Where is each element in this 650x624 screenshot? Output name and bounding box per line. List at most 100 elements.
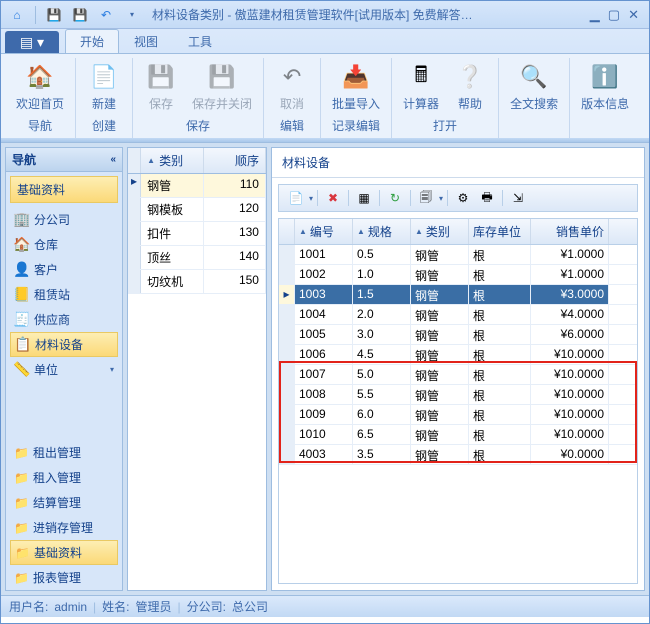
close-button[interactable]: ✕ [628, 7, 639, 23]
tb-gear-icon[interactable]: ⚙ [452, 188, 474, 208]
new-icon: 📄 [88, 61, 120, 93]
save-close-icon: 💾 [206, 61, 238, 93]
folder-icon: 📁 [14, 521, 29, 535]
table-row[interactable]: 40033.5钢管根¥0.0000 [279, 445, 637, 465]
cell-unit: 根 [469, 245, 531, 264]
nav-folder-label: 租出管理 [33, 444, 81, 461]
category-row[interactable]: 扣件130 [128, 222, 266, 246]
category-row[interactable]: 钢管110 [128, 174, 266, 198]
category-row[interactable]: 切纹机150 [128, 270, 266, 294]
nav-item-icon: 🏢 [14, 212, 30, 228]
tb-refresh-icon[interactable]: ↻ [384, 188, 406, 208]
save-icon: 💾 [145, 61, 177, 93]
sidebar-item[interactable]: 📏单位▾ [6, 357, 122, 382]
new-button[interactable]: 📄新建 [82, 58, 126, 115]
cell-price: ¥6.0000 [531, 325, 609, 344]
qat-save-close-icon[interactable]: 💾 [68, 4, 92, 26]
sidebar-folder[interactable]: 📁租入管理 [6, 465, 122, 490]
ribbon-tab-tools[interactable]: 工具 [173, 29, 227, 53]
sidebar-item[interactable]: 🧾供应商 [6, 307, 122, 332]
table-row[interactable]: 10085.5钢管根¥10.0000 [279, 385, 637, 405]
cell-id: 1009 [295, 405, 353, 424]
ribbon-file-menu[interactable]: ▤ ▾ [5, 31, 59, 53]
row-gutter [279, 405, 295, 424]
col-category[interactable]: ▲类别 [411, 219, 469, 244]
version-button[interactable]: ℹ️版本信息 [576, 58, 634, 115]
tb-new-icon[interactable]: 📄 [285, 188, 307, 208]
tb-print-icon[interactable]: 🖶 [476, 188, 498, 208]
cell-unit: 根 [469, 285, 531, 304]
category-row[interactable]: 顶丝140 [128, 246, 266, 270]
cell-spec: 5.5 [353, 385, 411, 404]
table-row[interactable]: 10075.0钢管根¥10.0000 [279, 365, 637, 385]
group-record-edit-label: 记录编辑 [332, 117, 380, 136]
sidebar-folder[interactable]: 📁基础资料 [10, 540, 118, 565]
tb-export-icon[interactable]: ⇲ [507, 188, 529, 208]
cell-order: 110 [204, 174, 266, 197]
table-row[interactable]: 10106.5钢管根¥10.0000 [279, 425, 637, 445]
cell-unit: 根 [469, 445, 531, 464]
qat-dropdown-icon[interactable]: ▾ [120, 4, 144, 26]
category-panel: ▲类别 顺序 钢管110钢模板120扣件130顶丝140切纹机150 [127, 147, 267, 591]
status-branch: 总公司 [232, 598, 268, 615]
tb-delete-icon[interactable]: ✖ [322, 188, 344, 208]
workspace: 导航 « 基础资料 🏢分公司🏠仓库👤客户📒租赁站🧾供应商📋材料设备📏单位▾ 📁租… [1, 143, 649, 595]
sidebar-folder[interactable]: 📁租出管理 [6, 440, 122, 465]
cell-spec: 1.5 [353, 285, 411, 304]
nav-item-label: 单位 [34, 361, 58, 378]
col-category[interactable]: ▲类别 [141, 148, 203, 173]
table-row[interactable]: 10064.5钢管根¥10.0000 [279, 345, 637, 365]
bulk-import-button[interactable]: 📥批量导入 [327, 58, 385, 115]
table-row[interactable]: 10053.0钢管根¥6.0000 [279, 325, 637, 345]
cell-category: 切纹机 [141, 270, 203, 293]
sidebar-item[interactable]: 👤客户 [6, 257, 122, 282]
table-row[interactable]: 10096.0钢管根¥10.0000 [279, 405, 637, 425]
qat-home-icon[interactable]: ⌂ [5, 4, 29, 26]
qat-undo-icon[interactable]: ↶ [94, 4, 118, 26]
cell-spec: 6.5 [353, 425, 411, 444]
calculator-button[interactable]: 🖩计算器 [398, 58, 444, 115]
cell-category: 钢模板 [141, 198, 203, 221]
sidebar-folder[interactable]: 📁进销存管理 [6, 515, 122, 540]
welcome-button[interactable]: 🏠欢迎首页 [11, 58, 69, 115]
tb-copy-icon[interactable]: 🗐 [415, 188, 437, 208]
qat-save-icon[interactable]: 💾 [42, 4, 66, 26]
table-row[interactable]: ▸10031.5钢管根¥3.0000 [279, 285, 637, 305]
home-icon: 🏠 [24, 61, 56, 93]
minimize-button[interactable]: ▁ [590, 7, 600, 23]
row-gutter [128, 198, 141, 221]
row-gutter: ▸ [279, 285, 295, 304]
group-open-label: 打开 [433, 117, 457, 136]
cell-category: 钢管 [411, 425, 469, 444]
cell-price: ¥10.0000 [531, 405, 609, 424]
sidebar-folder[interactable]: 📁报表管理 [6, 565, 122, 590]
col-order[interactable]: 顺序 [204, 148, 266, 173]
col-unit[interactable]: 库存单位 [469, 219, 531, 244]
sidebar-item[interactable]: 📒租赁站 [6, 282, 122, 307]
sidebar-item[interactable]: 🏠仓库 [6, 232, 122, 257]
sidebar-item[interactable]: 📋材料设备 [10, 332, 118, 357]
ribbon-tab-view[interactable]: 视图 [119, 29, 173, 53]
col-id[interactable]: ▲编号 [295, 219, 353, 244]
full-search-button[interactable]: 🔍全文搜索 [505, 58, 563, 115]
col-spec[interactable]: ▲规格 [353, 219, 411, 244]
table-row[interactable]: 10021.0钢管根¥1.0000 [279, 265, 637, 285]
nav-section-title[interactable]: 基础资料 [10, 176, 118, 203]
cell-id: 1006 [295, 345, 353, 364]
category-row[interactable]: 钢模板120 [128, 198, 266, 222]
sidebar-item[interactable]: 🏢分公司 [6, 207, 122, 232]
sidebar-folder[interactable]: 📁结算管理 [6, 490, 122, 515]
info-icon: ℹ️ [589, 61, 621, 93]
nav-header[interactable]: 导航 « [6, 148, 122, 172]
help-button[interactable]: ❔帮助 [448, 58, 492, 115]
tb-grid-icon[interactable]: ▦ [353, 188, 375, 208]
nav-folders: 📁租出管理📁租入管理📁结算管理📁进销存管理📁基础资料📁报表管理 [6, 440, 122, 590]
maximize-button[interactable]: ▢ [608, 7, 620, 23]
cell-unit: 根 [469, 365, 531, 384]
nav-item-icon: 🏠 [14, 237, 30, 253]
col-price[interactable]: 销售单价 [531, 219, 609, 244]
table-row[interactable]: 10042.0钢管根¥4.0000 [279, 305, 637, 325]
ribbon-tab-start[interactable]: 开始 [65, 29, 119, 53]
table-row[interactable]: 10010.5钢管根¥1.0000 [279, 245, 637, 265]
cell-category: 钢管 [411, 365, 469, 384]
